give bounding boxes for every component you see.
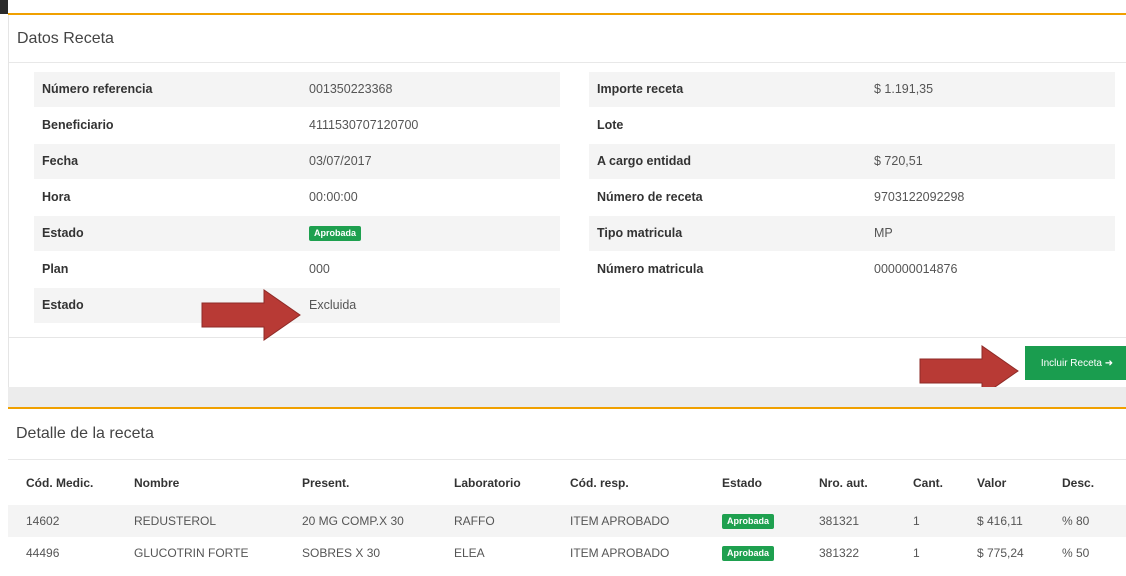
detail-row: Beneficiario 4111530707120700 — [34, 108, 560, 143]
table-cell: 14602 — [8, 505, 134, 537]
detail-value: 000000014876 — [874, 262, 958, 276]
detail-key: A cargo entidad — [597, 154, 691, 168]
detail-row: Tipo matricula MP — [589, 216, 1115, 251]
detail-value: 4111530707120700 — [309, 118, 419, 132]
top-accent-rule — [0, 0, 1126, 15]
detail-value: 000 — [309, 262, 330, 276]
incluir-receta-button[interactable]: Incluir Receta ➜ — [1025, 346, 1126, 380]
table-row: 44496 GLUCOTRIN FORTE SOBRES X 30 ELEA I… — [8, 537, 1126, 569]
datos-receta-panel: Datos Receta Número referencia 001350223… — [8, 15, 1126, 387]
detail-key: Tipo matricula — [597, 226, 683, 240]
detail-row: Importe receta $ 1.191,35 — [589, 72, 1115, 107]
detail-row: Plan 000 — [34, 252, 560, 287]
column-header: Present. — [302, 476, 350, 490]
excluded-status: Excluida — [309, 298, 357, 312]
annotation-arrow-icon — [201, 289, 301, 341]
detail-row: Número de receta 9703122092298 — [589, 180, 1115, 215]
detail-value: $ 720,51 — [874, 154, 923, 168]
table-row: 14602 REDUSTEROL 20 MG COMP.X 30 RAFFO I… — [8, 505, 1126, 537]
table-header-row: Cód. Medic. Nombre Present. Laboratorio … — [8, 461, 1126, 505]
panel-title: Detalle de la receta — [8, 409, 1126, 460]
table-cell: % 80 — [1062, 505, 1126, 537]
detail-key: Plan — [42, 262, 69, 276]
detail-row: Fecha 03/07/2017 — [34, 144, 560, 179]
panel-footer-divider — [9, 337, 1126, 338]
table-cell: 1 — [913, 505, 977, 537]
detalle-table: Cód. Medic. Nombre Present. Laboratorio … — [8, 461, 1126, 569]
column-header: Cód. resp. — [570, 476, 629, 490]
table-cell: $ 775,24 — [977, 546, 1024, 560]
table-cell: Aprobada — [722, 505, 819, 537]
table-cell: 381321 — [819, 505, 913, 537]
detail-key: Beneficiario — [42, 118, 114, 132]
detail-row: Estado Aprobada — [34, 216, 560, 251]
detail-value: 03/07/2017 — [309, 154, 372, 168]
status-badge: Aprobada — [309, 226, 362, 242]
detail-value: 001350223368 — [309, 82, 393, 96]
column-header: Cód. Medic. — [26, 476, 94, 490]
table-cell: RAFFO — [454, 505, 570, 537]
column-header: Estado — [722, 476, 763, 490]
detail-key: Importe receta — [597, 82, 684, 96]
table-cell: GLUCOTRIN FORTE — [134, 546, 249, 560]
table-cell: ELEA — [454, 546, 485, 560]
detail-row: A cargo entidad $ 720,51 — [589, 144, 1115, 179]
column-header: Cant. — [913, 476, 943, 490]
table-cell: $ 416,11 — [977, 505, 1062, 537]
column-header: Nro. aut. — [819, 476, 868, 490]
detail-key: Fecha — [42, 154, 79, 168]
table-cell: 381322 — [819, 546, 860, 560]
detail-key: Estado — [42, 226, 84, 240]
panel-title: Datos Receta — [9, 15, 1126, 63]
detail-row: Hora 00:00:00 — [34, 180, 560, 215]
detail-key: Lote — [597, 118, 624, 132]
detail-value: Aprobada — [309, 216, 362, 251]
detail-key: Estado — [42, 298, 84, 312]
table-cell: 44496 — [26, 546, 60, 560]
status-badge: Aprobada — [722, 545, 775, 561]
detail-key: Número referencia — [42, 82, 153, 96]
column-header: Laboratorio — [454, 476, 521, 490]
column-header: Valor — [977, 476, 1007, 490]
table-cell: ITEM APROBADO — [570, 546, 670, 560]
detail-row: Número matricula 000000014876 — [589, 252, 1115, 287]
section-separator — [8, 387, 1126, 407]
table-cell: 20 MG COMP.X 30 — [302, 505, 454, 537]
detail-row: Número referencia 001350223368 — [34, 72, 560, 107]
detail-key: Hora — [42, 190, 71, 204]
table-cell: Aprobada — [722, 537, 819, 569]
table-cell: 1 — [913, 546, 920, 560]
status-badge: Aprobada — [722, 513, 775, 529]
table-cell: % 50 — [1062, 546, 1090, 560]
detalle-receta-panel: Detalle de la receta Cód. Medic. Nombre … — [8, 409, 1126, 576]
table-cell: SOBRES X 30 — [302, 546, 381, 560]
table-cell: REDUSTEROL — [134, 505, 302, 537]
detail-key: Número matricula — [597, 262, 704, 276]
detail-value: 9703122092298 — [874, 190, 965, 204]
detail-value: 00:00:00 — [309, 190, 358, 204]
detail-key: Número de receta — [597, 190, 703, 204]
detail-row: Lote — [589, 108, 1115, 143]
column-header: Desc. — [1062, 476, 1095, 490]
detail-value: $ 1.191,35 — [874, 82, 934, 96]
detail-value: MP — [874, 226, 893, 240]
column-header: Nombre — [134, 476, 180, 490]
table-cell: ITEM APROBADO — [570, 505, 722, 537]
